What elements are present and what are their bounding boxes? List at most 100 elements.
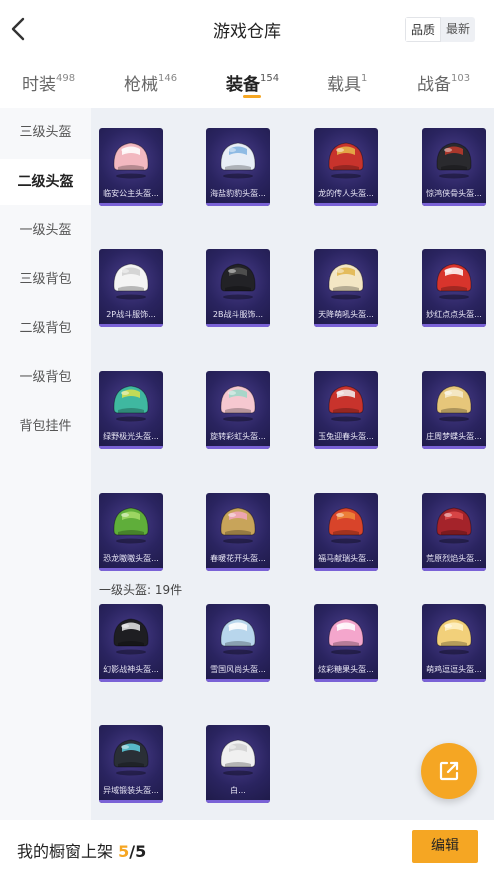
light-blue-helmet-icon — [220, 618, 256, 655]
item-card-label: 福马献瑞头盔... — [318, 554, 374, 563]
item-card-label: 2B战斗服饰... — [212, 310, 264, 319]
item-card-label: 萌鸡逗逗头盔... — [426, 665, 482, 674]
sort-toggle: 品质 最新 — [405, 17, 476, 42]
showcase-current-count: 5 — [118, 842, 130, 861]
yellow-chick-helmet-icon — [436, 618, 472, 655]
tab-fashion[interactable]: 时装498 — [22, 70, 75, 95]
black-military-helmet-icon — [220, 263, 256, 300]
sidebar-item-backpack-charm[interactable]: 背包挂件 — [0, 404, 91, 450]
red-white-helmet-icon — [436, 263, 472, 300]
sidebar-item-level2-helmet[interactable]: 二级头盔 — [0, 159, 91, 205]
sidebar-item-level1-helmet[interactable]: 一级头盔 — [0, 208, 91, 254]
item-card-label: 荒原烈焰头盔... — [426, 554, 482, 563]
sidebar-item-level1-backpack[interactable]: 一级背包 — [0, 355, 91, 401]
item-card[interactable]: 龙的传人头盔... — [314, 128, 378, 206]
sidebar-item-level3-helmet[interactable]: 三级头盔 — [0, 110, 91, 156]
item-card[interactable]: 福马献瑞头盔... — [314, 493, 378, 571]
tab-count: 146 — [158, 73, 178, 85]
item-card[interactable]: 玉兔迎春头盔... — [314, 371, 378, 449]
item-card[interactable]: 萌鸡逗逗头盔... — [422, 604, 486, 682]
item-card[interactable]: 春暖花开头盔... — [206, 493, 270, 571]
item-card[interactable]: 炫彩糖果头盔... — [314, 604, 378, 682]
tab-battle-gear[interactable]: 战备103 — [417, 70, 470, 95]
item-card-label: 天降萌吼头盔... — [318, 310, 374, 319]
edit-button[interactable]: 编辑 — [412, 830, 478, 863]
item-card-label: 春暖花开头盔... — [210, 554, 266, 563]
active-tab-indicator — [243, 95, 261, 98]
item-card-label: 玉兔迎春头盔... — [318, 432, 374, 441]
item-card[interactable]: 异域锻装头盔... — [99, 725, 163, 803]
item-card-label: 妙红点点头盔... — [426, 310, 482, 319]
showcase-total-count: /5 — [129, 842, 147, 861]
item-card[interactable]: 白... — [206, 725, 270, 803]
green-dinosaur-helmet-icon — [113, 507, 149, 544]
item-card-label: 海盐豹豹头盔... — [210, 189, 266, 198]
showcase-label: 我的橱窗上架 — [17, 842, 119, 861]
sort-option-quality[interactable]: 品质 — [405, 17, 442, 42]
sort-option-latest[interactable]: 最新 — [441, 17, 475, 42]
red-orange-helmet-icon — [328, 507, 364, 544]
item-card[interactable]: 幻影战神头盔... — [99, 604, 163, 682]
tab-count: 1 — [361, 73, 368, 85]
item-card[interactable]: 庄周梦蝶头盔... — [422, 371, 486, 449]
tab-label: 时装 — [22, 75, 56, 95]
item-card[interactable]: 荒原烈焰头盔... — [422, 493, 486, 571]
item-card-label: 绿野极光头盔... — [103, 432, 159, 441]
gold-butterfly-helmet-icon — [436, 385, 472, 422]
item-card-label: 临安公主头盔... — [103, 189, 159, 198]
green-blue-helmet-icon — [113, 385, 149, 422]
header: 游戏仓库 品质 最新 — [0, 0, 494, 58]
white-blue-helmet-icon — [220, 142, 256, 179]
pastel-rainbow-helmet-icon — [220, 385, 256, 422]
item-card[interactable]: 雪国风尚头盔... — [206, 604, 270, 682]
red-white-rabbit-helmet-icon — [328, 385, 364, 422]
item-card-label: 幻影战神头盔... — [103, 665, 159, 674]
item-card-label: 炫彩糖果头盔... — [318, 665, 374, 674]
item-card-label: 龙的传人头盔... — [318, 189, 374, 198]
cream-yellow-helmet-icon — [328, 263, 364, 300]
gold-flower-helmet-icon — [220, 507, 256, 544]
dark-red-helmet-icon — [436, 507, 472, 544]
item-grid: 一级头盔: 19件 临安公主头盔... 海盐豹豹头盔... 龙的传人头盔... 惊鸿侠… — [91, 108, 494, 820]
sidebar-item-level3-backpack[interactable]: 三级背包 — [0, 257, 91, 303]
white-helmet-icon — [220, 739, 256, 776]
black-red-helmet-icon — [436, 142, 472, 179]
tab-label: 枪械 — [124, 75, 158, 95]
bottom-bar: 我的橱窗上架 5/5 编辑 — [0, 820, 494, 875]
tab-label: 装备 — [226, 75, 260, 95]
showcase-status: 我的橱窗上架 5/5 — [17, 838, 146, 862]
share-button[interactable] — [421, 743, 477, 799]
tab-equipment[interactable]: 装备154 — [226, 70, 279, 95]
pink-dragon-helmet-icon — [113, 142, 149, 179]
red-gold-helmet-icon — [328, 142, 364, 179]
tab-label: 载具 — [327, 75, 361, 95]
black-cyan-helmet-icon — [113, 739, 149, 776]
item-card[interactable]: 恐龙嗷嗷头盔... — [99, 493, 163, 571]
item-card[interactable]: 天降萌吼头盔... — [314, 249, 378, 327]
item-card[interactable]: 绿野极光头盔... — [99, 371, 163, 449]
category-tabs: 时装498 枪械146 装备154 载具1 战备103 — [0, 58, 494, 108]
item-card[interactable]: 临安公主头盔... — [99, 128, 163, 206]
item-card-label: 2P战斗服饰... — [106, 310, 156, 319]
section-label-level1-helmet: 一级头盔: 19件 — [99, 583, 183, 597]
item-card[interactable]: 海盐豹豹头盔... — [206, 128, 270, 206]
item-card[interactable]: 2B战斗服饰... — [206, 249, 270, 327]
item-card-label: 雪国风尚头盔... — [210, 665, 266, 674]
tab-count: 498 — [56, 73, 76, 85]
item-card-label: 白... — [230, 786, 246, 795]
tab-count: 103 — [451, 73, 471, 85]
tab-vehicles[interactable]: 载具1 — [327, 70, 367, 95]
external-share-icon — [439, 761, 459, 781]
white-military-helmet-icon — [113, 263, 149, 300]
tab-label: 战备 — [417, 75, 451, 95]
item-card[interactable]: 惊鸿侠骨头盔... — [422, 128, 486, 206]
item-card-label: 庄周梦蝶头盔... — [426, 432, 482, 441]
item-card[interactable]: 妙红点点头盔... — [422, 249, 486, 327]
item-card[interactable]: 旋转彩虹头盔... — [206, 371, 270, 449]
item-card-label: 惊鸿侠骨头盔... — [426, 189, 482, 198]
tab-firearms[interactable]: 枪械146 — [124, 70, 177, 95]
item-card[interactable]: 2P战斗服饰... — [99, 249, 163, 327]
sidebar-item-level2-backpack[interactable]: 二级背包 — [0, 306, 91, 352]
item-card-label: 恐龙嗷嗷头盔... — [103, 554, 159, 563]
black-white-helmet-icon — [113, 618, 149, 655]
